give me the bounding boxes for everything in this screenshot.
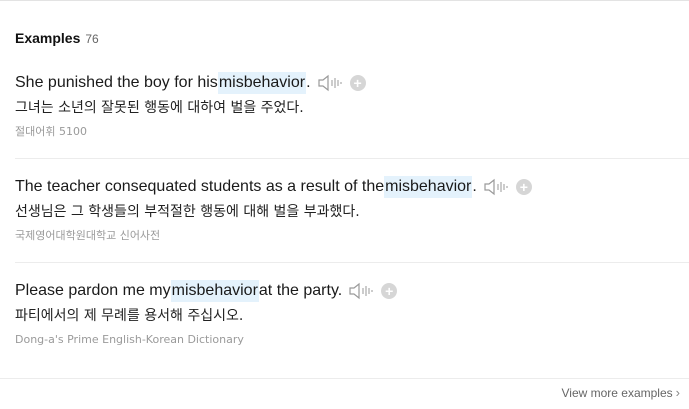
example-source[interactable]: 절대어휘 5100 [15, 124, 689, 140]
example-item: Please pardon me my misbehavior at the p… [15, 280, 689, 348]
examples-count: 76 [85, 32, 99, 46]
example-item: The teacher consequated students as a re… [15, 176, 689, 244]
examples-header: Examples 76 [15, 30, 99, 46]
view-more-examples-link[interactable]: View more examples › [561, 385, 680, 400]
top-divider [0, 0, 689, 1]
sentence-text-after: . [306, 74, 311, 91]
add-icon[interactable]: + [515, 179, 532, 195]
highlighted-keyword[interactable]: misbehavior [384, 176, 473, 198]
example-source[interactable]: Dong-a's Prime English-Korean Dictionary [15, 332, 689, 348]
example-translation: 선생님은 그 학생들의 부적절한 행동에 대해 벌을 부과했다. [15, 204, 360, 220]
speaker-icon[interactable] [483, 178, 509, 196]
example-sentence: She punished the boy for his misbehavior… [15, 72, 689, 94]
highlighted-keyword[interactable]: misbehavior [170, 280, 259, 302]
example-sentence: Please pardon me my misbehavior at the p… [15, 280, 689, 302]
example-source[interactable]: 국제영어대학원대학교 신어사전 [15, 228, 689, 244]
speaker-icon[interactable] [348, 282, 374, 300]
section-title: Examples [15, 30, 81, 46]
speaker-icon[interactable] [317, 74, 343, 92]
highlighted-keyword[interactable]: misbehavior [217, 72, 307, 94]
view-more-label: View more examples [561, 385, 673, 400]
example-divider [15, 262, 689, 263]
chevron-right-icon: › [675, 385, 680, 400]
add-icon[interactable]: + [349, 75, 366, 91]
example-item: She punished the boy for his misbehavior… [15, 72, 689, 140]
add-icon[interactable]: + [381, 283, 398, 299]
example-translation: 파티에서의 제 무례를 용서해 주십시오. [15, 308, 244, 324]
footer-divider [0, 378, 689, 379]
sentence-text-before: She punished the boy for his [15, 74, 218, 91]
example-sentence: The teacher consequated students as a re… [15, 176, 689, 198]
sentence-text-before: Please pardon me my [15, 282, 171, 299]
sentence-text-after: . [472, 178, 477, 195]
sentence-text-after: at the party. [258, 282, 343, 299]
example-divider [15, 158, 689, 159]
sentence-text-before: The teacher consequated students as a re… [15, 178, 385, 195]
example-translation: 그녀는 소년의 잘못된 행동에 대하여 벌을 주었다. [15, 100, 304, 116]
